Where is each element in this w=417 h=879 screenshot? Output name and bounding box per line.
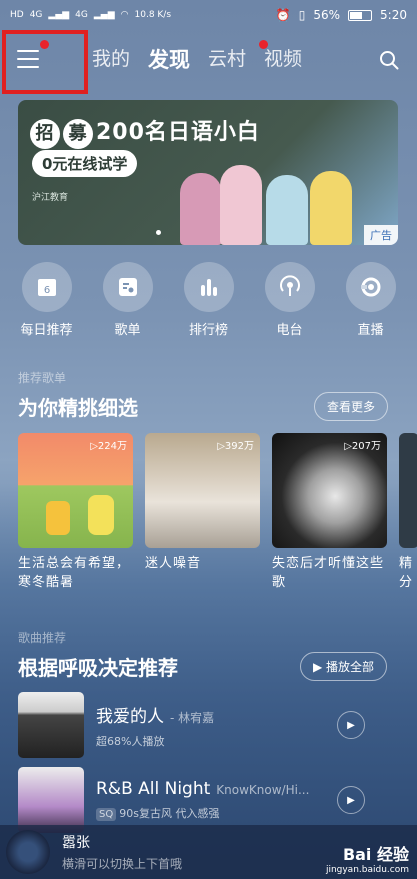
songs-section-title: 根据呼吸决定推荐 [18, 656, 178, 680]
alarm-icon: ⏰ [275, 8, 291, 22]
quick-radio[interactable]: 电台 [254, 262, 326, 338]
cloud-village-dot [259, 40, 268, 49]
play-count: ▷224万 [90, 441, 127, 452]
status-bar: HD 4G ▂▄▆ 4G ▂▄▆ ◠ 10.8 K/s ⏰ ▯ 56% 5:20 [0, 0, 417, 30]
playlist-card[interactable]: ▷392万 迷人噪音 [145, 433, 260, 592]
song-name: R&B All Night [96, 779, 211, 799]
signal-icon: ▂▄▆ [48, 10, 70, 20]
play-all-button[interactable]: ▶ 播放全部 [300, 652, 388, 681]
playlist-cover [399, 433, 417, 548]
playlist-cards: ▷224万 生活总会有希望，寒冬酷暑 ▷392万 迷人噪音 ▷207万 失恋后才… [18, 433, 417, 592]
play-icon[interactable]: ▶ [337, 711, 365, 739]
quick-label: 歌单 [114, 323, 141, 338]
network-type-1: 4G [29, 10, 43, 20]
playlist-card[interactable]: ▷224万 生活总会有希望，寒冬酷暑 [18, 433, 133, 592]
player-hint: 横滑可以切换上下首哦 [62, 857, 183, 871]
quick-ranking[interactable]: 排行榜 [173, 262, 245, 338]
vibrate-icon: ▯ [298, 8, 306, 22]
playlist-title: 生活总会有希望，寒冬酷暑 [18, 556, 131, 590]
see-more-button[interactable]: 查看更多 [314, 392, 389, 421]
play-count: ▷207万 [344, 441, 381, 452]
quality-tag: SQ [96, 808, 117, 821]
calendar-icon: 6 [21, 262, 72, 312]
quick-label: 直播 [357, 323, 384, 338]
banner-headline-text: 200名日语小白 [96, 120, 260, 145]
banner-illustration [180, 160, 370, 245]
search-icon[interactable] [379, 50, 399, 70]
playlist-cover: ▷392万 [145, 433, 260, 548]
quick-live[interactable]: 直播 [335, 262, 407, 338]
mini-player[interactable]: 嚣张 横滑可以切换上下首哦 Bai 经验 jingyan.baidu.com [0, 825, 417, 879]
playlist-section-small: 推荐歌单 [18, 371, 67, 385]
ad-label: 广告 [364, 225, 398, 245]
song-row[interactable]: 我爱的人 - 林宥嘉 超68%人播放 ▶ [18, 692, 417, 758]
play-count: ▷392万 [217, 441, 254, 452]
live-icon [345, 262, 396, 312]
banner-headline: 招募 200名日语小白 [30, 114, 260, 149]
clock: 5:20 [380, 8, 407, 22]
playlist-title: 失恋后才听懂这些歌 [272, 556, 385, 590]
banner-pager [156, 230, 161, 235]
play-icon[interactable]: ▶ [337, 786, 365, 814]
tab-discover[interactable]: 发现 [148, 44, 190, 74]
playlist-title: 迷人噪音 [145, 556, 202, 571]
song-thumb [18, 692, 84, 758]
playlist-cover: ▷207万 [272, 433, 387, 548]
playlist-title: 精分 [399, 556, 414, 590]
tab-cloud-village[interactable]: 云村 [208, 44, 246, 74]
highlight-box [2, 30, 88, 94]
playlist-icon [102, 262, 153, 312]
svg-text:6: 6 [43, 285, 49, 296]
signal-icon-2: ▂▄▆ [93, 10, 115, 20]
song-thumb [18, 767, 84, 833]
song-name: 我爱的人 [96, 706, 164, 727]
battery-percent: 56% [313, 8, 341, 22]
top-tabs: 我的 发现 云村 视频 [92, 44, 302, 74]
album-disc [6, 830, 50, 874]
tab-video[interactable]: 视频 [264, 44, 302, 74]
song-row[interactable]: R&B All Night KnowKnow/Hi... SQ 90s复古风 代入感… [18, 767, 417, 833]
playlist-card[interactable]: ▷207万 失恋后才听懂这些歌 [272, 433, 387, 592]
banner-brand: 沪江教育 [32, 193, 69, 203]
banner-sub: 0元在线试学 [32, 150, 138, 177]
tab-mine[interactable]: 我的 [92, 44, 130, 74]
quick-label: 电台 [276, 323, 303, 338]
chart-icon [183, 262, 234, 312]
quick-entries: 6 每日推荐 歌单 排行榜 电台 直播 [0, 262, 417, 338]
quick-label: 排行榜 [188, 323, 228, 338]
player-song-name: 嚣张 [62, 835, 90, 851]
banner-badge: 招 [30, 119, 60, 149]
wifi-icon: ◠ [120, 10, 129, 20]
song-artist: KnowKnow/Hi... [216, 783, 310, 797]
playlist-cover: ▷224万 [18, 433, 133, 548]
quick-label: 每日推荐 [20, 323, 73, 338]
network-type-2: 4G [75, 10, 88, 20]
quick-daily[interactable]: 6 每日推荐 [11, 262, 83, 338]
song-desc: 超68%人播放 [96, 734, 165, 748]
net-speed: 10.8 K/s [134, 10, 172, 20]
playlist-card[interactable]: 精分 [399, 433, 417, 592]
song-desc: 90s复古风 代入感强 [119, 807, 220, 820]
promo-banner[interactable]: 招募 200名日语小白 0元在线试学 沪江教育 广告 [18, 100, 398, 245]
watermark-url: jingyan.baidu.com [325, 865, 409, 875]
playlist-section-title: 为你精挑细选 [18, 396, 138, 420]
radio-icon [264, 262, 315, 312]
song-artist: - 林宥嘉 [170, 710, 215, 725]
battery-icon [348, 9, 373, 21]
watermark: Bai 经验 jingyan.baidu.com [326, 841, 409, 875]
quick-playlist[interactable]: 歌单 [92, 262, 164, 338]
banner-badge: 募 [63, 119, 93, 149]
songs-section-small: 歌曲推荐 [18, 631, 67, 645]
watermark-title: Bai 经验 [342, 845, 409, 864]
sim-icon: HD [10, 10, 24, 20]
